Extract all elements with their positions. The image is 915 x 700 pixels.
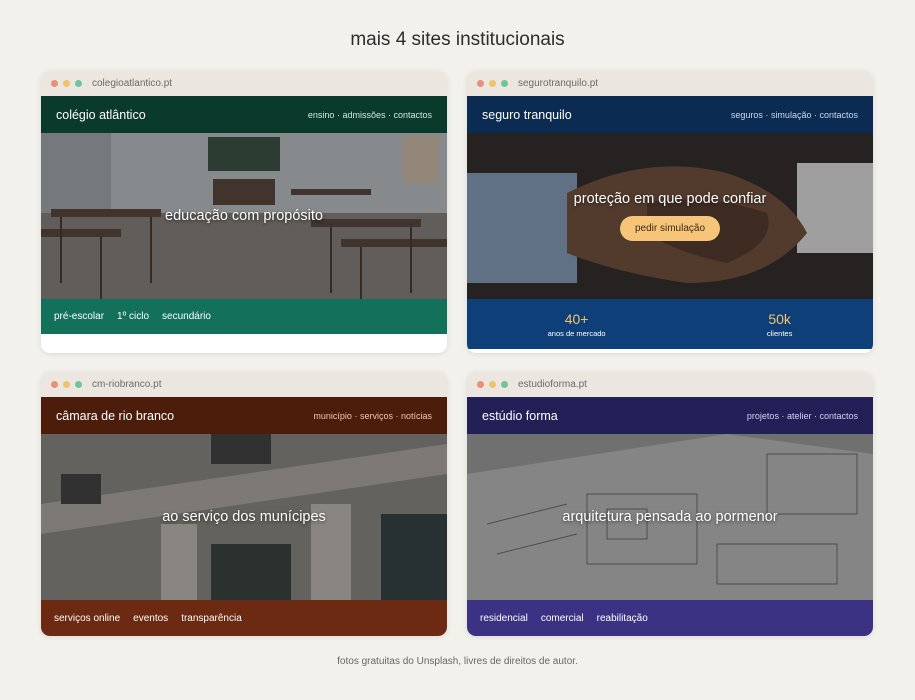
browser-chrome: cm-riobranco.pt [41,372,447,397]
stats-bar: 40+ anos de mercado 50k clientes [467,299,873,349]
site-card-camara[interactable]: cm-riobranco.pt câmara de rio branco mun… [41,372,447,636]
url-label: cm-riobranco.pt [92,379,162,390]
hero-banner: proteção em que pode confiar pedir simul… [467,133,873,299]
nav-link-admissoes[interactable]: admissões [342,110,385,120]
site-nav: seguros · simulação · contactos [730,109,858,120]
browser-chrome: colegioatlantico.pt [41,71,447,96]
nav-link-servicos[interactable]: serviços [360,411,393,421]
hero-headline: arquitetura pensada ao pormenor [562,509,778,525]
site-nav: ensino · admissões · contactos [307,109,432,120]
footer-link-1-ciclo[interactable]: 1º ciclo [117,311,149,322]
site-header: câmara de rio branco município · serviço… [41,397,447,434]
request-quote-button[interactable]: pedir simulação [619,216,721,241]
url-label: estudioforma.pt [518,379,587,390]
close-dot-icon [51,80,58,87]
minimize-dot-icon [489,381,496,388]
site-nav: município · serviços · notícias [313,410,432,421]
nav-link-municipio[interactable]: município [313,411,352,421]
site-header: colégio atlântico ensino · admissões · c… [41,96,447,133]
nav-link-noticias[interactable]: notícias [401,411,432,421]
close-dot-icon [477,80,484,87]
footer-link-reabilitacao[interactable]: reabilitação [597,613,648,624]
page-title: mais 4 sites institucionais [350,29,565,50]
site-footer-bar: serviços online eventos transparência [41,600,447,636]
nav-link-seguros[interactable]: seguros [731,110,763,120]
footer-link-residencial[interactable]: residencial [480,613,528,624]
nav-link-ensino[interactable]: ensino [308,110,335,120]
photo-credit: fotos gratuitas do Unsplash, livres de d… [337,656,578,667]
hero-headline: educação com propósito [165,208,323,224]
hero-banner: ao serviço dos munícipes [41,434,447,600]
hero-headline: proteção em que pode confiar [573,191,767,207]
hero-banner: arquitetura pensada ao pormenor [467,434,873,600]
nav-link-simulacao[interactable]: simulação [771,110,812,120]
nav-link-contactos[interactable]: contactos [819,110,858,120]
hero-headline: ao serviço dos munícipes [162,509,326,525]
stat-value: 50k [768,310,791,327]
minimize-dot-icon [489,80,496,87]
minimize-dot-icon [63,80,70,87]
browser-chrome: segurotranquilo.pt [467,71,873,96]
browser-chrome: estudioforma.pt [467,372,873,397]
site-card-seguro[interactable]: segurotranquilo.pt seguro tranquilo segu… [467,71,873,353]
nav-link-atelier[interactable]: atelier [787,411,812,421]
stat-clients: 50k clientes [767,311,792,338]
site-nav: projetos · atelier · contactos [746,410,858,421]
maximize-dot-icon [501,80,508,87]
site-footer-bar: pré-escolar 1º ciclo secundário [41,299,447,334]
site-header: seguro tranquilo seguros · simulação · c… [467,96,873,133]
site-footer-bar: residencial comercial reabilitação [467,600,873,636]
hero-banner: educação com propósito [41,133,447,299]
nav-link-contactos[interactable]: contactos [393,110,432,120]
maximize-dot-icon [75,381,82,388]
nav-link-projetos[interactable]: projetos [747,411,779,421]
site-header: estúdio forma projetos · atelier · conta… [467,397,873,434]
stat-years: 40+ anos de mercado [548,311,606,338]
stat-label: clientes [766,328,793,338]
maximize-dot-icon [501,381,508,388]
url-label: segurotranquilo.pt [518,78,599,89]
site-name[interactable]: colégio atlântico [56,108,146,122]
stat-value: 40+ [564,310,589,327]
site-card-colegio[interactable]: colegioatlantico.pt colégio atlântico en… [41,71,447,353]
site-name[interactable]: seguro tranquilo [482,108,572,122]
footer-link-pre-escolar[interactable]: pré-escolar [54,311,104,322]
footer-link-eventos[interactable]: eventos [133,613,168,624]
url-label: colegioatlantico.pt [92,78,173,89]
minimize-dot-icon [63,381,70,388]
site-name[interactable]: estúdio forma [482,409,558,423]
maximize-dot-icon [75,80,82,87]
nav-link-contactos[interactable]: contactos [819,411,858,421]
footer-link-comercial[interactable]: comercial [541,613,584,624]
close-dot-icon [477,381,484,388]
site-card-estudio[interactable]: estudioforma.pt estúdio forma projetos ·… [467,372,873,636]
footer-link-transparencia[interactable]: transparência [181,613,242,624]
close-dot-icon [51,381,58,388]
site-name[interactable]: câmara de rio branco [56,409,174,423]
footer-link-secundario[interactable]: secundário [162,311,211,322]
footer-link-servicos-online[interactable]: serviços online [54,613,120,624]
stat-label: anos de mercado [547,328,606,338]
